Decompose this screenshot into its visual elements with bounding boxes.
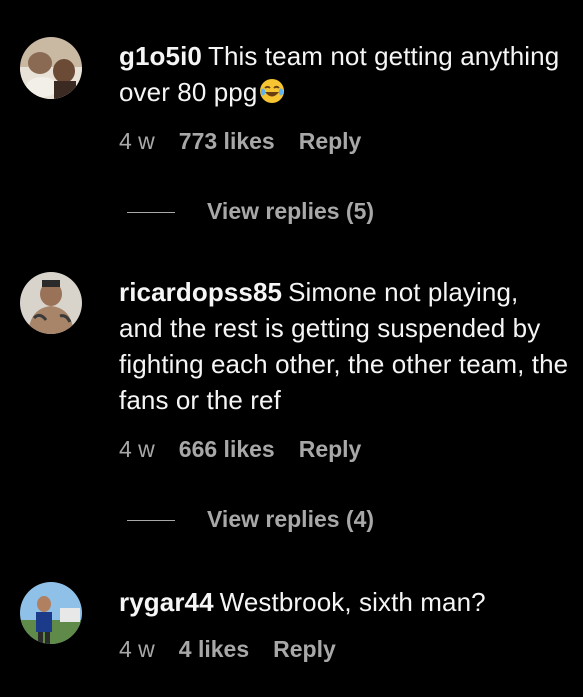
view-replies-button[interactable]: View replies (5) xyxy=(127,196,374,226)
view-replies-button[interactable]: View replies (4) xyxy=(127,504,374,534)
comment-meta: 4 w 666 likes Reply xyxy=(119,434,361,464)
laughing-emoji-icon xyxy=(259,77,285,103)
comment-meta: 4 w 773 likes Reply xyxy=(119,126,361,156)
likes-count[interactable]: 4 likes xyxy=(179,634,249,664)
avatar-photo xyxy=(20,582,82,644)
comment-age: 4 w xyxy=(119,128,155,154)
comment-username[interactable]: ricardopss85 xyxy=(119,277,282,307)
reply-button[interactable]: Reply xyxy=(273,634,336,664)
comment-text: ricardopss85 Simone not playing, and the … xyxy=(119,274,569,418)
avatar-photo xyxy=(20,37,82,99)
reply-button[interactable]: Reply xyxy=(299,126,362,156)
divider-line xyxy=(127,520,175,522)
likes-count[interactable]: 666 likes xyxy=(179,434,275,464)
likes-count[interactable]: 773 likes xyxy=(179,126,275,156)
comment-age: 4 w xyxy=(119,636,155,662)
comment-body: Westbrook, sixth man? xyxy=(219,587,486,617)
avatar[interactable] xyxy=(20,582,82,644)
view-replies-label[interactable]: View replies (4) xyxy=(207,506,374,532)
comment-text: rygar44 Westbrook, sixth man? xyxy=(119,584,569,620)
avatar-photo xyxy=(20,272,82,334)
comment-text: g1o5i0 This team not getting anything ove… xyxy=(119,38,569,110)
comment-username[interactable]: g1o5i0 xyxy=(119,41,202,71)
view-replies-label[interactable]: View replies (5) xyxy=(207,198,374,224)
comment-username[interactable]: rygar44 xyxy=(119,587,214,617)
divider-line xyxy=(127,212,175,214)
avatar[interactable] xyxy=(20,37,82,99)
avatar[interactable] xyxy=(20,272,82,334)
reply-button[interactable]: Reply xyxy=(299,434,362,464)
comment-meta: 4 w 4 likes Reply xyxy=(119,634,336,664)
comment-age: 4 w xyxy=(119,436,155,462)
